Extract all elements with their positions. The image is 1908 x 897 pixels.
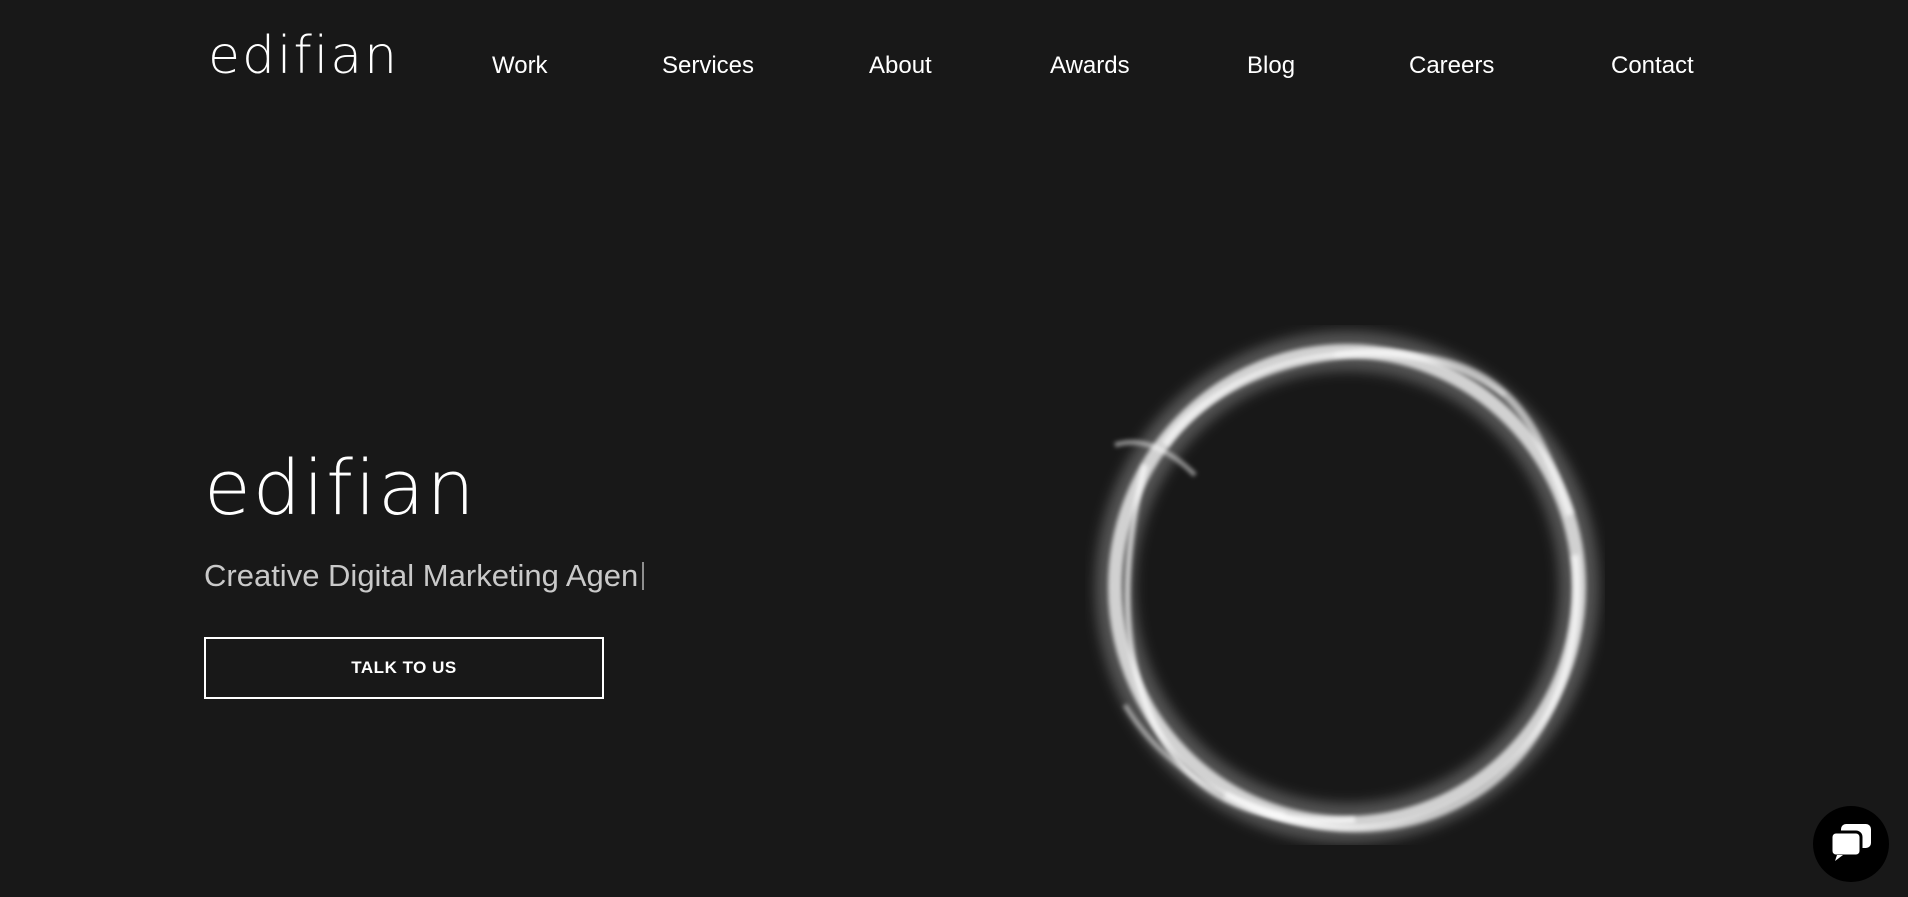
typing-caret (642, 562, 645, 590)
nav-item-careers[interactable]: Careers (1409, 52, 1494, 80)
hero-title: edifian (204, 443, 477, 532)
chat-widget-button[interactable] (1813, 806, 1889, 882)
hero-subtitle-text: Creative Digital Marketing Agen (204, 558, 639, 593)
smoke-ring-icon (1085, 325, 1605, 845)
nav-item-services[interactable]: Services (662, 52, 754, 80)
nav-item-awards[interactable]: Awards (1050, 52, 1130, 80)
site-header: edifian Work Services About Awards Blog … (0, 0, 1908, 130)
nav-item-work[interactable]: Work (492, 52, 548, 80)
nav-item-contact[interactable]: Contact (1611, 52, 1694, 80)
talk-to-us-button[interactable]: TALK TO US (204, 637, 604, 699)
chat-icon (1829, 822, 1873, 866)
page: edifian Work Services About Awards Blog … (0, 0, 1908, 897)
main-nav: Work Services About Awards Blog Careers … (0, 52, 1908, 88)
nav-item-blog[interactable]: Blog (1247, 52, 1295, 80)
nav-item-about[interactable]: About (869, 52, 932, 80)
hero-subtitle: Creative Digital Marketing Agen (204, 558, 645, 594)
